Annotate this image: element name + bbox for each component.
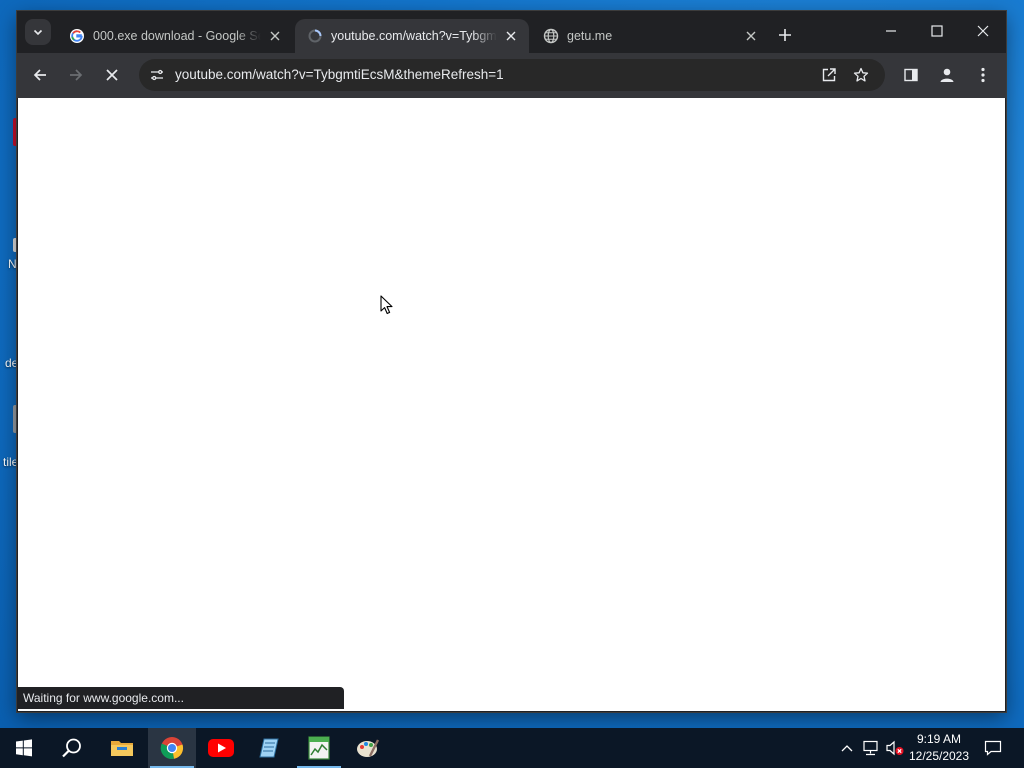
new-tab-button[interactable] bbox=[773, 23, 797, 47]
arrow-right-icon bbox=[70, 69, 83, 81]
taskbar-task-manager[interactable] bbox=[295, 728, 343, 768]
tab-search-button[interactable] bbox=[25, 19, 51, 45]
profile-button[interactable] bbox=[933, 61, 961, 89]
notepad-icon bbox=[259, 738, 279, 758]
browser-window: 000.exe download - Google Search youtube… bbox=[17, 11, 1006, 712]
close-tab-icon[interactable] bbox=[267, 28, 283, 44]
close-tab-icon[interactable] bbox=[743, 28, 759, 44]
forward-button[interactable] bbox=[62, 61, 90, 89]
globe-icon bbox=[543, 28, 559, 44]
taskbar-chrome[interactable] bbox=[148, 728, 196, 768]
taskbar-youtube[interactable] bbox=[197, 728, 245, 768]
clock-time: 9:19 AM bbox=[916, 732, 962, 746]
tab-strip: 000.exe download - Google Search youtube… bbox=[17, 11, 1006, 53]
minimize-icon bbox=[886, 30, 896, 32]
google-g-icon bbox=[69, 28, 85, 44]
start-button[interactable] bbox=[0, 728, 48, 768]
menu-button[interactable] bbox=[969, 61, 997, 89]
close-icon bbox=[977, 25, 989, 37]
mouse-cursor-icon bbox=[380, 295, 393, 315]
taskbar-search-button[interactable] bbox=[48, 728, 96, 768]
stop-loading-button[interactable] bbox=[98, 61, 126, 89]
star-icon bbox=[853, 67, 869, 82]
search-icon bbox=[62, 738, 81, 758]
desktop-icon-label[interactable]: N bbox=[8, 257, 17, 271]
chrome-icon bbox=[160, 737, 184, 760]
more-vert-icon bbox=[981, 67, 985, 83]
url-text[interactable]: youtube.com/watch?v=TybgmtiEcsM&themeRef… bbox=[175, 59, 504, 91]
show-hidden-icons-button[interactable] bbox=[838, 728, 856, 768]
windows-start-icon bbox=[16, 739, 32, 757]
task-manager-icon bbox=[308, 736, 330, 760]
youtube-icon bbox=[208, 739, 234, 757]
loading-spinner-icon bbox=[307, 28, 323, 44]
site-info-button[interactable] bbox=[145, 63, 169, 87]
close-icon bbox=[106, 69, 118, 81]
clock-date: 12/25/2023 bbox=[908, 749, 970, 763]
arrow-left-icon bbox=[33, 69, 46, 81]
tab-title: youtube.com/watch?v=TybgmtiEcsM&themeRef… bbox=[331, 29, 497, 43]
tab-title: 000.exe download - Google Search bbox=[93, 29, 261, 43]
tab-getu-me[interactable]: getu.me bbox=[531, 19, 769, 53]
network-icon bbox=[863, 740, 878, 756]
network-tray-icon[interactable] bbox=[860, 728, 882, 768]
taskbar-notepad[interactable] bbox=[246, 728, 294, 768]
chevron-down-icon bbox=[33, 29, 43, 36]
taskbar-clock[interactable]: 9:19 AM 12/25/2023 bbox=[900, 728, 978, 768]
close-window-button[interactable] bbox=[960, 11, 1006, 51]
taskbar-paint[interactable] bbox=[344, 728, 392, 768]
tab-title: getu.me bbox=[567, 29, 613, 43]
notification-icon bbox=[984, 740, 1002, 756]
file-explorer-icon bbox=[111, 741, 133, 756]
address-bar[interactable]: youtube.com/watch?v=TybgmtiEcsM&themeRef… bbox=[139, 59, 885, 91]
person-icon bbox=[940, 68, 954, 82]
browser-toolbar: youtube.com/watch?v=TybgmtiEcsM&themeRef… bbox=[17, 53, 1006, 98]
back-button[interactable] bbox=[26, 61, 54, 89]
bookmark-button[interactable] bbox=[849, 63, 873, 87]
maximize-button[interactable] bbox=[914, 11, 960, 51]
tab-google-search[interactable]: 000.exe download - Google Search bbox=[57, 19, 293, 53]
external-link-icon bbox=[822, 68, 836, 82]
close-tab-icon[interactable] bbox=[503, 28, 519, 44]
tab-youtube-watch[interactable]: youtube.com/watch?v=TybgmtiEcsM&themeRef… bbox=[295, 19, 529, 53]
tune-icon bbox=[151, 69, 163, 81]
chevron-up-icon bbox=[841, 745, 853, 752]
notification-center-button[interactable] bbox=[978, 728, 1008, 768]
page-content[interactable]: Waiting for www.google.com... bbox=[18, 98, 1005, 711]
open-in-app-button[interactable] bbox=[817, 63, 841, 87]
plus-icon bbox=[779, 29, 791, 41]
taskbar-file-explorer[interactable] bbox=[98, 728, 146, 768]
side-panel-icon bbox=[904, 68, 918, 82]
status-bubble: Waiting for www.google.com... bbox=[18, 687, 344, 709]
minimize-button[interactable] bbox=[868, 11, 914, 51]
taskbar: 9:19 AM 12/25/2023 bbox=[0, 728, 1024, 768]
side-panel-button[interactable] bbox=[897, 61, 925, 89]
paint-icon bbox=[357, 739, 380, 757]
maximize-icon bbox=[931, 25, 943, 37]
